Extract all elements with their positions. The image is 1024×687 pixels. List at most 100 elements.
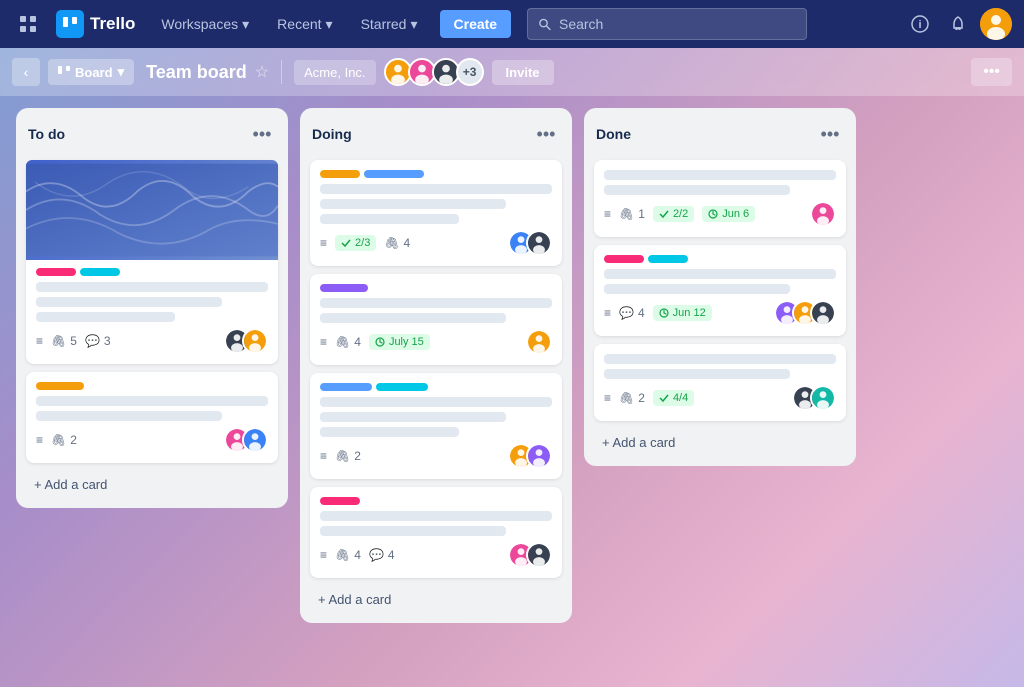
- attachment-icon: 🖇: [619, 391, 634, 405]
- notifications-button[interactable]: [942, 8, 974, 40]
- card-footer: ≡ 🖇 2 4/4: [604, 385, 836, 411]
- search-bar[interactable]: [527, 8, 807, 40]
- grid-icon[interactable]: [12, 8, 44, 40]
- lines-icon: ≡: [320, 449, 327, 463]
- card-avatar: [242, 427, 268, 453]
- create-button[interactable]: Create: [440, 10, 512, 38]
- card-date-badge: Jun 12: [653, 305, 712, 321]
- lines-icon: ≡: [604, 207, 611, 221]
- card-checklist-badge: 4/4: [653, 390, 694, 406]
- add-card-doing[interactable]: + Add a card: [310, 586, 562, 613]
- card-text-line: [604, 354, 836, 364]
- card-text-line: [36, 396, 268, 406]
- card-text-line: [36, 411, 222, 421]
- card-text-line: [36, 297, 222, 307]
- card-text-line: [36, 282, 268, 292]
- card-checklist-badge: 2/3: [335, 235, 376, 251]
- card-text-line: [320, 412, 506, 422]
- card-meta-lines: ≡: [320, 236, 327, 250]
- card-text-line: [320, 298, 552, 308]
- label-blue: [364, 170, 424, 178]
- column-doing: Doing ••• ≡ 2/3 🖇 4: [300, 108, 572, 623]
- card-avatar: [526, 443, 552, 469]
- card-done-2[interactable]: ≡ 💬 4 Jun 12: [594, 245, 846, 336]
- card-meta-comments: 💬 4: [369, 548, 395, 562]
- card-text-line: [320, 199, 506, 209]
- card-avatar: [810, 385, 836, 411]
- column-done-title: Done: [596, 126, 631, 142]
- card-cover: [26, 160, 278, 260]
- lines-icon: ≡: [36, 334, 43, 348]
- card-meta-attachments: 🖇 4: [384, 236, 410, 250]
- card-footer: ≡ 💬 4 Jun 12: [604, 300, 836, 326]
- card-text-line: [604, 170, 836, 180]
- attachment-icon: 🖇: [335, 449, 350, 463]
- card-meta-lines: ≡: [320, 335, 327, 349]
- column-todo-title: To do: [28, 126, 65, 142]
- column-todo-menu[interactable]: •••: [248, 120, 276, 148]
- card-text-line: [320, 511, 552, 521]
- recent-menu[interactable]: Recent ▾: [267, 10, 342, 39]
- card-meta-lines: ≡: [604, 306, 611, 320]
- card-footer: ≡ 🖇 4 July 15: [320, 329, 552, 355]
- member-count[interactable]: +3: [456, 58, 484, 86]
- board-icon: [58, 66, 70, 78]
- card-meta-attachments: 🖇 4: [335, 335, 361, 349]
- board-more-button[interactable]: •••: [971, 58, 1012, 86]
- card-avatar: [810, 300, 836, 326]
- board-view-selector[interactable]: Board ▾: [48, 59, 134, 85]
- add-card-todo[interactable]: + Add a card: [26, 471, 278, 498]
- card-date-badge: Jun 6: [702, 206, 755, 222]
- label-yellow: [36, 382, 84, 390]
- collapse-sidebar-button[interactable]: ‹: [12, 58, 40, 86]
- comment-icon: 💬: [85, 334, 100, 348]
- lines-icon: ≡: [36, 433, 43, 447]
- card-text-line: [320, 214, 459, 224]
- user-avatar[interactable]: [980, 8, 1012, 40]
- workspaces-menu[interactable]: Workspaces ▾: [151, 10, 259, 39]
- column-doing-menu[interactable]: •••: [532, 120, 560, 148]
- column-doing-title: Doing: [312, 126, 352, 142]
- column-done-menu[interactable]: •••: [816, 120, 844, 148]
- label-pink: [320, 497, 360, 505]
- card-doing-3[interactable]: ≡ 🖇 2: [310, 373, 562, 479]
- card-footer: ≡ 🖇 1 2/2 Jun 6: [604, 201, 836, 227]
- search-input[interactable]: [559, 16, 796, 32]
- card-avatar: [810, 201, 836, 227]
- board-members: +3: [384, 58, 484, 86]
- nav-right-actions: i: [904, 8, 1012, 40]
- info-button[interactable]: i: [904, 8, 936, 40]
- trello-logo[interactable]: Trello: [56, 10, 135, 38]
- card-todo-2[interactable]: ≡ 🖇 2: [26, 372, 278, 463]
- add-card-done[interactable]: + Add a card: [594, 429, 846, 456]
- starred-menu[interactable]: Starred ▾: [351, 10, 428, 39]
- card-avatars: [508, 443, 552, 469]
- column-todo-header: To do •••: [26, 118, 278, 152]
- card-footer: ≡ 🖇 2: [36, 427, 268, 453]
- card-footer: ≡ 🖇 4 💬 4: [320, 542, 552, 568]
- card-text-line: [604, 269, 836, 279]
- board-star-button[interactable]: ☆: [255, 62, 269, 82]
- lines-icon: ≡: [604, 306, 611, 320]
- card-footer: ≡ 🖇 2: [320, 443, 552, 469]
- attachment-icon: 🖇: [51, 334, 66, 348]
- card-labels: [604, 255, 836, 263]
- workspace-selector[interactable]: Acme, Inc.: [294, 60, 375, 85]
- card-done-1[interactable]: ≡ 🖇 1 2/2 Jun 6: [594, 160, 846, 237]
- trello-logo-icon: [56, 10, 84, 38]
- comment-icon: 💬: [369, 548, 384, 562]
- attachment-icon: 🖇: [335, 548, 350, 562]
- board-header: ‹ Board ▾ Team board ☆ Acme, Inc. +3 Inv…: [0, 48, 1024, 96]
- card-done-3[interactable]: ≡ 🖇 2 4/4: [594, 344, 846, 421]
- card-meta-attachments: 🖇 2: [619, 391, 645, 405]
- column-doing-header: Doing •••: [310, 118, 562, 152]
- lines-icon: ≡: [320, 548, 327, 562]
- navbar: Trello Workspaces ▾ Recent ▾ Starred ▾ C…: [0, 0, 1024, 48]
- attachment-icon: 🖇: [384, 236, 399, 250]
- invite-button[interactable]: Invite: [492, 60, 554, 85]
- card-todo-1[interactable]: ≡ 🖇 5 💬 3: [26, 160, 278, 364]
- card-meta-lines: ≡: [320, 548, 327, 562]
- card-doing-2[interactable]: ≡ 🖇 4 July 15: [310, 274, 562, 365]
- card-doing-4[interactable]: ≡ 🖇 4 💬 4: [310, 487, 562, 578]
- card-doing-1[interactable]: ≡ 2/3 🖇 4: [310, 160, 562, 266]
